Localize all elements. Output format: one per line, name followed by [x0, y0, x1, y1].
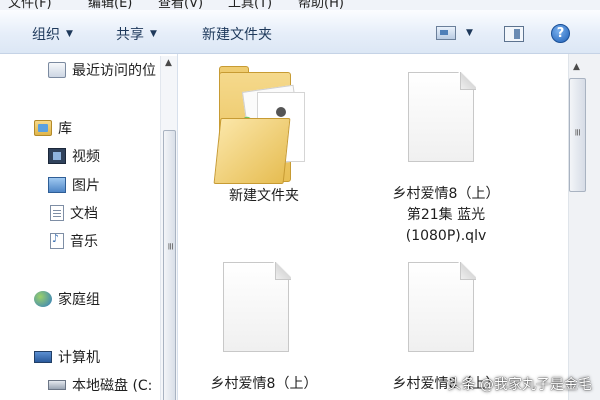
change-view-icon[interactable]	[436, 26, 456, 40]
menu-edit[interactable]: 编辑(E)	[88, 0, 132, 10]
nav-item-label: 文档	[70, 206, 98, 222]
nav-item-label: 本地磁盘 (C:	[72, 378, 153, 394]
document-icon	[50, 205, 64, 221]
nav-item-homegroup[interactable]: 家庭组	[34, 289, 100, 309]
file-item[interactable]: 乡村爱情8（上）	[197, 254, 331, 395]
chevron-down-icon: ▼	[150, 29, 157, 39]
nav-item-recent[interactable]: 最近访问的位	[48, 60, 156, 80]
chevron-down-icon: ▼	[66, 29, 73, 39]
file-name: 新建文件夹	[229, 188, 299, 204]
recent-places-icon	[48, 62, 66, 78]
nav-item-computer[interactable]: 计算机	[34, 347, 100, 367]
command-bar: 组织 ▼ 共享 ▼ 新建文件夹 ▼ ?	[0, 10, 600, 54]
homegroup-icon	[34, 291, 52, 307]
help-icon[interactable]: ?	[551, 24, 570, 43]
nav-item-libraries[interactable]: 库	[34, 118, 72, 138]
organize-label: 组织	[32, 27, 60, 43]
hard-drive-icon	[48, 380, 66, 390]
nav-item-video[interactable]: 视频	[48, 146, 100, 166]
nav-item-label: 最近访问的位	[72, 63, 156, 79]
nav-item-label: 音乐	[70, 234, 98, 250]
scroll-up-icon[interactable]: ▲	[165, 58, 172, 68]
share-label: 共享	[116, 27, 144, 43]
menu-file[interactable]: 文件(F)	[8, 0, 52, 10]
file-item[interactable]: 新建文件夹	[197, 64, 331, 207]
new-folder-label: 新建文件夹	[202, 27, 272, 43]
nav-item-music[interactable]: 音乐	[50, 231, 98, 251]
menu-help[interactable]: 帮助(H)	[298, 0, 344, 10]
nav-item-label: 库	[58, 121, 72, 137]
content-scroll-thumb[interactable]	[569, 78, 586, 192]
file-list: 新建文件夹 乡村爱情8（上） 第21集 蓝光 (1080P).qlv 乡村爱情8…	[179, 54, 568, 400]
scroll-up-icon[interactable]: ▲	[573, 62, 580, 72]
file-name: 乡村爱情8（上）	[210, 376, 318, 392]
share-button[interactable]: 共享 ▼	[116, 24, 157, 44]
navigation-pane: 最近访问的位 库 视频 图片 文档 音乐 家庭组 计算机 本地磁盘 (C:	[0, 54, 178, 400]
nav-item-pictures[interactable]: 图片	[48, 175, 100, 195]
music-icon	[50, 232, 64, 249]
nav-item-documents[interactable]: 文档	[50, 203, 98, 223]
file-name: 乡村爱情8（上） 第21集 蓝光 (1080P).qlv	[392, 186, 500, 244]
preview-pane-icon[interactable]	[504, 26, 524, 42]
chevron-down-icon[interactable]: ▼	[466, 28, 473, 38]
nav-item-local-disk[interactable]: 本地磁盘 (C:	[48, 375, 152, 395]
folder-icon	[213, 66, 305, 186]
menu-view[interactable]: 查看(V)	[158, 0, 203, 10]
video-icon	[48, 148, 66, 164]
nav-scroll-thumb[interactable]	[163, 130, 176, 400]
nav-item-label: 图片	[72, 178, 100, 194]
file-item[interactable]: 乡村爱情8（上） 第21集 蓝光 (1080P).qlv	[371, 64, 521, 247]
new-folder-button[interactable]: 新建文件夹	[202, 24, 272, 44]
nav-item-label: 家庭组	[58, 292, 100, 308]
content-scrollbar[interactable]: ▲	[568, 54, 600, 400]
menu-tools[interactable]: 工具(T)	[228, 0, 272, 10]
nav-item-label: 计算机	[58, 350, 100, 366]
menu-bar: 文件(F) 编辑(E) 查看(V) 工具(T) 帮助(H)	[0, 0, 600, 10]
library-icon	[34, 120, 52, 136]
watermark: 头条 @我家丸子是金毛	[447, 377, 592, 393]
nav-scrollbar[interactable]: ▲	[160, 56, 177, 400]
pictures-icon	[48, 177, 66, 193]
computer-icon	[34, 351, 52, 363]
organize-button[interactable]: 组织 ▼	[32, 24, 73, 44]
nav-item-label: 视频	[72, 149, 100, 165]
